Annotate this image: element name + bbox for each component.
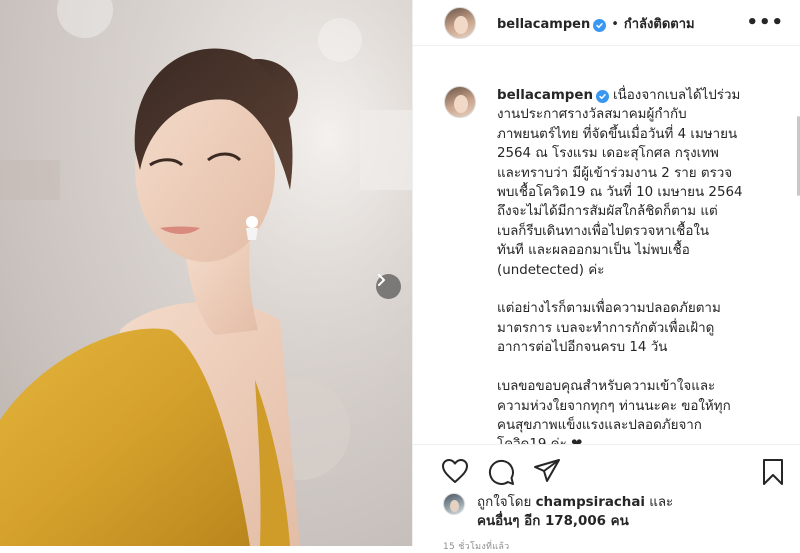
- like-button[interactable]: [441, 458, 469, 488]
- author-avatar[interactable]: [444, 7, 476, 39]
- likes-conjunction: และ: [649, 495, 674, 510]
- caption-block: bellacampen เนื่องจากเบลได้ไปร่วม งานประก…: [497, 86, 772, 444]
- following-button[interactable]: กำลังติดตาม: [624, 17, 695, 32]
- more-options-button[interactable]: •••: [746, 12, 784, 33]
- liker-avatar[interactable]: [443, 493, 465, 515]
- post-photo[interactable]: [0, 0, 412, 546]
- paper-plane-icon: [534, 459, 560, 482]
- caption-text: เนื่องจากเบลได้ไปร่วม งานประกาศรางวัลสมา…: [497, 88, 743, 444]
- verified-badge-icon: [593, 19, 607, 32]
- comment-icon: [488, 459, 514, 485]
- comments-area[interactable]: bellacampen เนื่องจากเบลได้ไปร่วม งานประก…: [413, 66, 800, 444]
- likes-prefix: ถูกใจโดย: [477, 495, 532, 510]
- portrait-image: [0, 0, 412, 546]
- chevron-right-icon: [378, 274, 385, 286]
- author-info: bellacampen • กำลังติดตาม: [497, 13, 695, 34]
- liked-by-username[interactable]: champsirachai: [536, 495, 645, 510]
- heart-icon: [442, 459, 468, 483]
- post-header: bellacampen • กำลังติดตาม •••: [413, 0, 800, 46]
- share-button[interactable]: [533, 458, 561, 488]
- post-timestamp[interactable]: 15 ชั่วโมงที่แล้ว: [443, 539, 510, 553]
- action-bar: [413, 452, 800, 490]
- caption-author-avatar[interactable]: [444, 86, 476, 118]
- likes-text: ถูกใจโดย champsirachai และ คนอื่นๆ อีก 1…: [477, 493, 673, 531]
- bookmark-icon: [763, 459, 783, 485]
- likes-count-link[interactable]: คนอื่นๆ อีก 178,006 คน: [477, 514, 629, 529]
- comment-button[interactable]: [487, 458, 515, 490]
- author-username[interactable]: bellacampen: [497, 17, 590, 32]
- post-side-panel: bellacampen • กำลังติดตาม ••• bellacampen เ…: [413, 0, 800, 552]
- next-photo-button[interactable]: [376, 274, 401, 299]
- verified-badge-icon: [596, 90, 610, 103]
- caption-username[interactable]: bellacampen: [497, 88, 593, 103]
- actions-divider: [413, 444, 800, 445]
- header-separator: •: [611, 17, 619, 32]
- save-button[interactable]: [761, 458, 785, 490]
